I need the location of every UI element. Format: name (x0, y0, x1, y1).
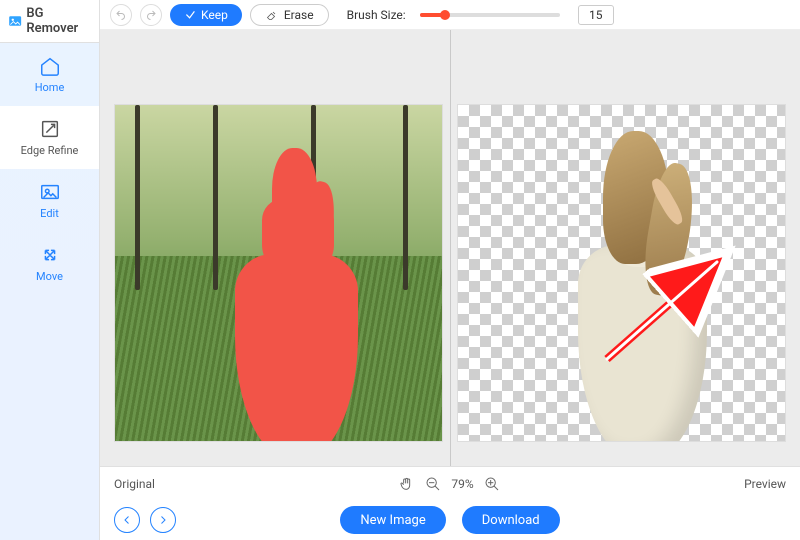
new-image-label: New Image (360, 513, 425, 528)
redo-button[interactable] (140, 4, 162, 26)
sidebar-item-edit[interactable]: Edit (0, 169, 99, 232)
sidebar-item-label: Home (35, 81, 65, 94)
zoom-level: 79% (451, 477, 473, 491)
zoom-in-icon[interactable] (484, 476, 500, 492)
sidebar: BG Remover Home Edge Refine Edit Move (0, 0, 100, 540)
keep-label: Keep (201, 8, 228, 22)
brush-size-label: Brush Size: (347, 8, 406, 22)
keep-icon (184, 9, 196, 21)
bottom-bar: New Image Download (100, 500, 800, 540)
sidebar-item-label: Edit (40, 207, 59, 220)
new-image-button[interactable]: New Image (340, 506, 445, 534)
edit-icon (39, 181, 61, 203)
chevron-right-icon (157, 514, 169, 526)
sidebar-item-edge-refine[interactable]: Edge Refine (0, 106, 99, 169)
app-title: BG Remover (26, 6, 91, 36)
preview-panel (457, 40, 790, 466)
preview-caption: Preview (744, 477, 786, 491)
undo-button[interactable] (110, 4, 132, 26)
keep-button[interactable]: Keep (170, 4, 242, 26)
home-icon (39, 55, 61, 77)
hand-tool-icon[interactable] (399, 476, 415, 492)
brush-size-value[interactable]: 15 (578, 5, 614, 25)
undo-icon (115, 9, 127, 21)
redo-icon (145, 9, 157, 21)
sidebar-item-label: Move (36, 270, 63, 283)
sidebar-item-home[interactable]: Home (0, 43, 99, 106)
erase-button[interactable]: Erase (250, 4, 329, 26)
prev-button[interactable] (114, 507, 140, 533)
workspace (100, 30, 800, 466)
download-button[interactable]: Download (462, 506, 560, 534)
main-area: Keep Erase Brush Size: 15 (100, 0, 800, 540)
zoom-out-icon[interactable] (425, 476, 441, 492)
chevron-left-icon (121, 514, 133, 526)
sidebar-item-label: Edge Refine (21, 144, 79, 157)
next-button[interactable] (150, 507, 176, 533)
erase-label: Erase (284, 8, 314, 22)
move-icon (39, 244, 61, 266)
keep-mask-overlay (220, 139, 370, 441)
original-image[interactable] (114, 104, 443, 442)
edge-refine-icon (39, 118, 61, 140)
cutout-subject (563, 125, 720, 441)
app-logo-icon (8, 13, 22, 29)
original-caption: Original (114, 477, 155, 491)
brush-size-slider[interactable] (420, 13, 560, 17)
app-logo: BG Remover (0, 0, 99, 43)
view-controls: Original 79% Preview (100, 466, 800, 500)
erase-icon (265, 9, 279, 21)
preview-image[interactable] (457, 104, 786, 442)
download-label: Download (482, 513, 540, 528)
toolbar: Keep Erase Brush Size: 15 (100, 0, 800, 30)
original-panel (110, 40, 443, 466)
slider-thumb[interactable] (440, 10, 450, 20)
sidebar-item-move[interactable]: Move (0, 232, 99, 295)
